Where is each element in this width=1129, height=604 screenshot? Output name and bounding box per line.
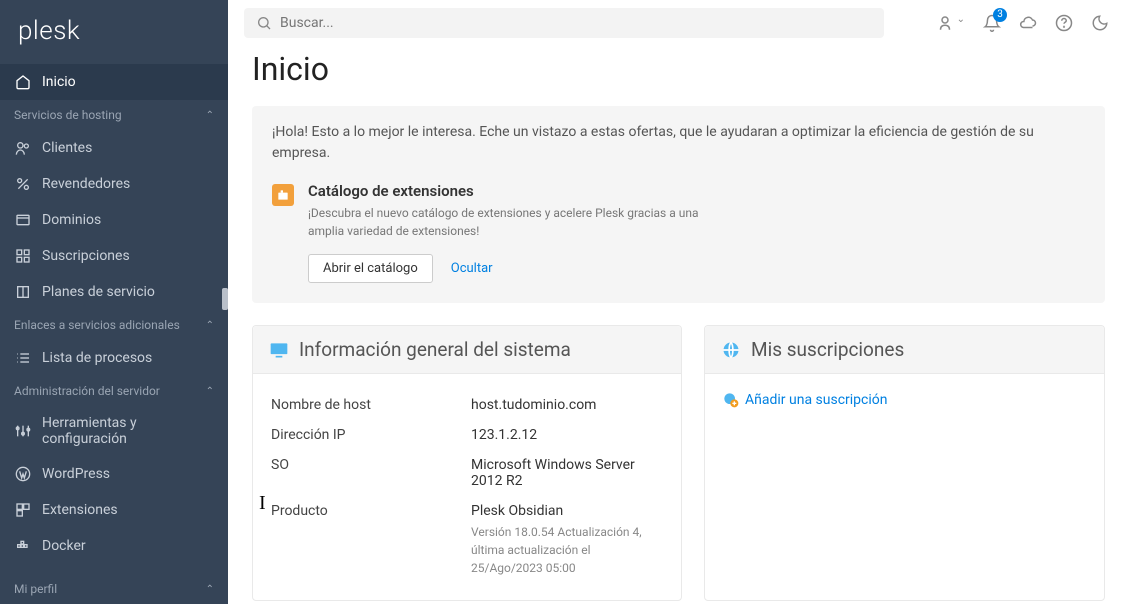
topbar-icons: ⌄ 3 bbox=[936, 14, 1109, 32]
sidebar-item-tools[interactable]: Herramientas y configuración bbox=[0, 406, 228, 456]
text-cursor: I bbox=[259, 492, 266, 515]
sidebar-item-label: Revendedores bbox=[42, 176, 130, 192]
grid-icon bbox=[14, 247, 32, 265]
system-info-panel: Información general del sistema Nombre d… bbox=[252, 325, 682, 601]
help-icon[interactable] bbox=[1055, 14, 1073, 32]
sidebar-section-profile[interactable]: Mi perfil ⌃ bbox=[0, 574, 228, 604]
sidebar-item-domains[interactable]: Dominios bbox=[0, 202, 228, 238]
chevron-up-icon: ⌃ bbox=[206, 320, 214, 331]
sidebar-resize-handle[interactable] bbox=[222, 288, 228, 310]
sidebar-item-label: Dominios bbox=[42, 212, 101, 228]
sidebar-item-label: Inicio bbox=[42, 74, 76, 90]
topbar: ⌄ 3 bbox=[228, 0, 1129, 46]
panels: Información general del sistema Nombre d… bbox=[252, 325, 1105, 601]
sidebar-item-home[interactable]: Inicio bbox=[0, 64, 228, 100]
welcome-box: ¡Hola! Esto a lo mejor le interesa. Eche… bbox=[252, 106, 1105, 303]
sidebar-item-clients[interactable]: Clientes bbox=[0, 130, 228, 166]
sidebar-section-links[interactable]: Enlaces a servicios adicionales ⌃ bbox=[0, 310, 228, 340]
system-info-heading: Información general del sistema bbox=[299, 338, 571, 361]
open-catalog-button[interactable]: Abrir el catálogo bbox=[308, 254, 433, 283]
catalog-icon bbox=[272, 184, 294, 206]
sidebar-item-label: Docker bbox=[42, 538, 86, 554]
globe-add-icon bbox=[723, 392, 739, 408]
add-subscription[interactable]: Añadir una suscripción bbox=[705, 374, 1104, 426]
monitor-icon bbox=[269, 340, 289, 360]
sidebar-section-hosting[interactable]: Servicios de hosting ⌃ bbox=[0, 100, 228, 130]
sidebar-item-label: Extensiones bbox=[42, 502, 118, 518]
chevron-up-icon: ⌃ bbox=[206, 584, 214, 595]
notifications-badge: 3 bbox=[993, 8, 1007, 22]
subscriptions-heading: Mis suscripciones bbox=[751, 338, 904, 361]
sidebar: plesk Inicio Servicios de hosting ⌃ Clie… bbox=[0, 0, 228, 604]
logo[interactable]: plesk bbox=[0, 0, 228, 64]
user-icon bbox=[14, 139, 32, 157]
sidebar-item-label: Planes de servicio bbox=[42, 284, 155, 300]
sidebar-item-label: WordPress bbox=[42, 466, 110, 482]
notifications-icon[interactable]: 3 bbox=[983, 14, 1001, 32]
sidebar-item-label: Herramientas y configuración bbox=[42, 415, 214, 447]
search-input[interactable] bbox=[280, 15, 872, 31]
wordpress-icon bbox=[14, 465, 32, 483]
page-title: Inicio bbox=[252, 50, 1105, 88]
catalog-promo: Catálogo de extensiones ¡Descubra el nue… bbox=[272, 182, 1085, 283]
info-row-hostname: Nombre de host host.tudominio.com bbox=[271, 390, 663, 420]
welcome-intro: ¡Hola! Esto a lo mejor le interesa. Eche… bbox=[272, 122, 1085, 164]
hide-link[interactable]: Ocultar bbox=[451, 261, 493, 276]
info-row-ip: Dirección IP 123.1.2.12 bbox=[271, 420, 663, 450]
content: Inicio ¡Hola! Esto a lo mejor le interes… bbox=[228, 46, 1129, 604]
catalog-desc: ¡Descubra el nuevo catálogo de extension… bbox=[308, 204, 728, 240]
percent-icon bbox=[14, 175, 32, 193]
squares-icon bbox=[14, 501, 32, 519]
book-icon bbox=[14, 283, 32, 301]
sidebar-section-server[interactable]: Administración del servidor ⌃ bbox=[0, 376, 228, 406]
chevron-up-icon: ⌃ bbox=[206, 110, 214, 121]
main: ⌄ 3 Inicio ¡Hola! Esto a lo mejor le int… bbox=[228, 0, 1129, 604]
sidebar-item-docker[interactable]: Docker bbox=[0, 528, 228, 564]
cloud-icon[interactable] bbox=[1019, 14, 1037, 32]
docker-icon bbox=[14, 537, 32, 555]
catalog-title: Catálogo de extensiones bbox=[308, 182, 728, 200]
subscriptions-panel: Mis suscripciones Añadir una suscripción bbox=[704, 325, 1105, 601]
sidebar-item-service-plans[interactable]: Planes de servicio bbox=[0, 274, 228, 310]
theme-icon[interactable] bbox=[1091, 14, 1109, 32]
list-icon bbox=[14, 349, 32, 367]
add-subscription-link[interactable]: Añadir una suscripción bbox=[745, 392, 888, 408]
search-box[interactable] bbox=[244, 8, 884, 38]
sidebar-item-label: Suscripciones bbox=[42, 248, 130, 264]
sliders-icon bbox=[14, 422, 32, 440]
sidebar-item-label: Lista de procesos bbox=[42, 350, 152, 366]
sidebar-item-subscriptions[interactable]: Suscripciones bbox=[0, 238, 228, 274]
sidebar-item-label: Clientes bbox=[42, 140, 92, 156]
user-menu[interactable]: ⌄ bbox=[936, 14, 965, 32]
sidebar-item-wordpress[interactable]: WordPress bbox=[0, 456, 228, 492]
info-row-os: SO Microsoft Windows Server 2012 R2 bbox=[271, 450, 663, 496]
sidebar-item-resellers[interactable]: Revendedores bbox=[0, 166, 228, 202]
info-row-product: Producto Plesk Obsidian Versión 18.0.54 … bbox=[271, 496, 663, 584]
globe-icon bbox=[721, 340, 741, 360]
chevron-up-icon: ⌃ bbox=[206, 386, 214, 397]
window-icon bbox=[14, 211, 32, 229]
home-icon bbox=[14, 73, 32, 91]
sidebar-item-extensions[interactable]: Extensiones bbox=[0, 492, 228, 528]
search-icon bbox=[256, 15, 272, 31]
sidebar-item-process-list[interactable]: Lista de procesos bbox=[0, 340, 228, 376]
